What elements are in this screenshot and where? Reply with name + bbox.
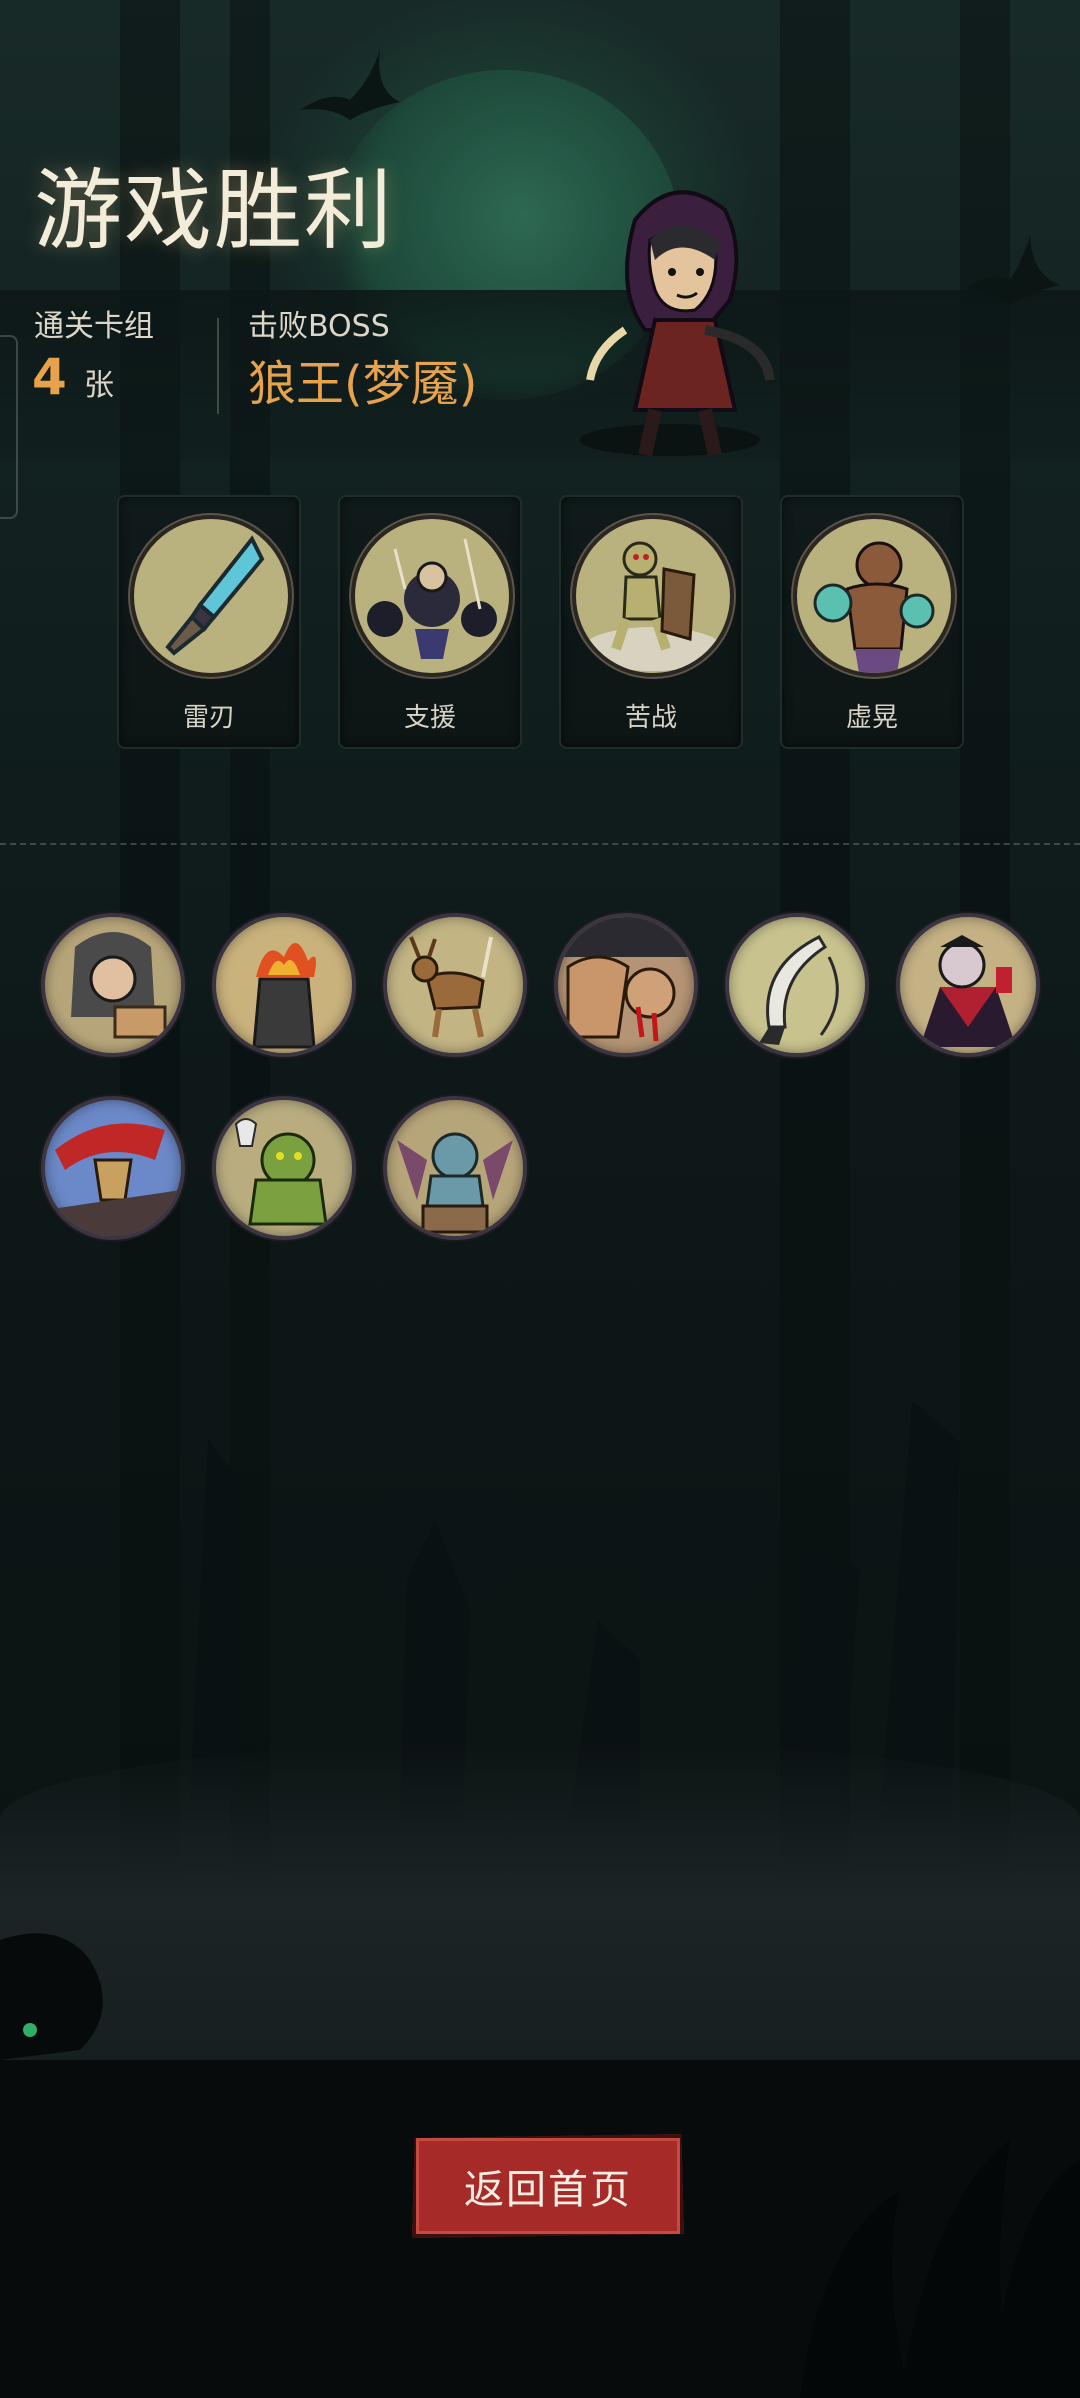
return-home-button[interactable]: 返回首页 [412, 2134, 684, 2238]
bloody-fist-icon [558, 917, 694, 1042]
stat-divider [217, 318, 219, 414]
crescent-blade-icon [759, 935, 839, 1045]
victory-screen: 游戏胜利 通关卡组 4 张 击败BOSS 狼王(梦魇) 雷刃 支援 苦战 虚晃 … [0, 0, 1080, 2398]
relic-deer[interactable] [383, 913, 527, 1057]
red-cape-warrior-icon [45, 1123, 181, 1236]
claw-silhouette-icon [800, 2140, 1080, 2398]
relic-hooded-merchant[interactable] [41, 913, 185, 1057]
card-label: 虚晃 [845, 703, 898, 733]
deck-card-lei-ren[interactable]: 雷刃 [117, 495, 301, 749]
hill-background [0, 290, 1080, 460]
boss-label: 击败BOSS [248, 309, 390, 344]
flaming-altar-icon [252, 942, 316, 1049]
shield-fighter-icon [572, 515, 734, 677]
relic-bloody-fist[interactable] [554, 913, 698, 1057]
deck-label: 通关卡组 [34, 309, 154, 344]
side-tab[interactable] [0, 335, 18, 519]
relic-crescent-blade[interactable] [725, 913, 869, 1057]
creature-silhouette-icon [0, 1933, 103, 2060]
relic-vampire[interactable] [896, 913, 1040, 1057]
boxer-icon [793, 515, 955, 677]
deck-card-xu-huang[interactable]: 虚晃 [780, 495, 964, 749]
deer-icon [409, 936, 493, 1038]
deck-unit: 张 [84, 368, 114, 403]
deck-card-zhi-yuan[interactable]: 支援 [338, 495, 522, 749]
vampire-icon [920, 935, 1016, 1047]
hero-character-icon [580, 190, 775, 457]
relic-green-ogre[interactable] [212, 1096, 356, 1240]
bat-icon [965, 235, 1060, 305]
rock-silhouette [880, 1400, 960, 1820]
section-divider [0, 843, 1080, 845]
deck-count: 4 [32, 348, 67, 406]
relic-gargoyle[interactable] [383, 1096, 527, 1240]
relic-flaming-altar[interactable] [212, 913, 356, 1057]
hooded-merchant-icon [71, 932, 167, 1039]
deck-card-ku-zhan[interactable]: 苦战 [559, 495, 743, 749]
card-label: 雷刃 [182, 703, 235, 733]
card-label: 支援 [403, 703, 456, 733]
gargoyle-icon [397, 1132, 513, 1234]
card-label: 苦战 [624, 703, 677, 733]
boss-name: 狼王(梦魇) [248, 356, 478, 412]
support-warriors-icon [351, 515, 513, 677]
green-ogre-icon [234, 1118, 328, 1226]
relic-red-cape-warrior[interactable] [41, 1096, 185, 1240]
victory-title: 游戏胜利 [34, 159, 395, 262]
bat-icon [300, 50, 400, 120]
crystal-blade-icon [130, 515, 292, 677]
